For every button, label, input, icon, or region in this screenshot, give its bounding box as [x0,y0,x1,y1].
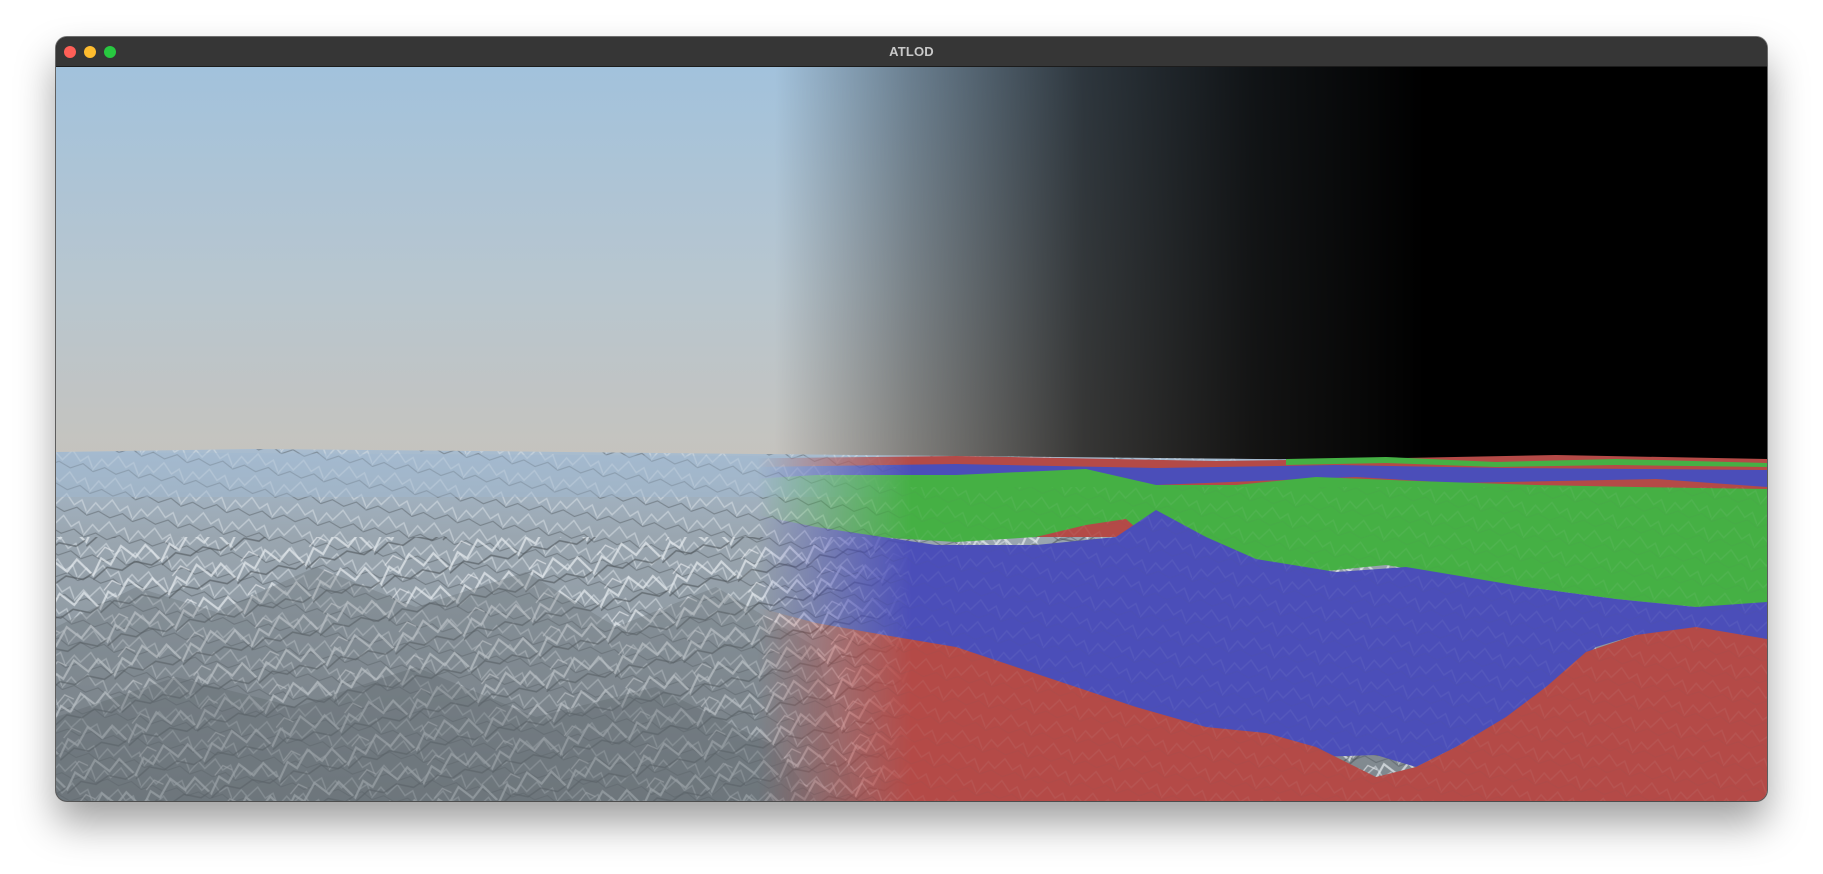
lod-bands [696,455,1767,801]
title-bar[interactable]: ATLOD [56,37,1767,67]
void-region [1441,67,1767,459]
terrain-viewport[interactable] [56,67,1767,801]
app-window: ATLOD [56,37,1767,801]
window-title: ATLOD [889,44,934,59]
